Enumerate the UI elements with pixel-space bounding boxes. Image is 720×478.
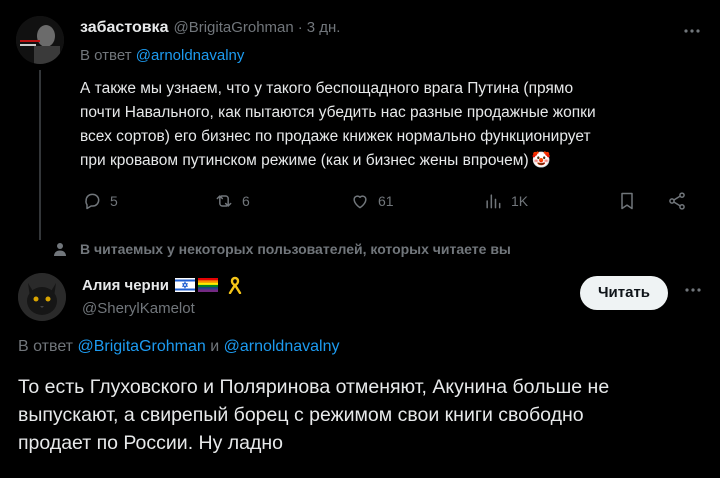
repost-button[interactable]: 6: [214, 191, 250, 211]
separator: ·: [297, 19, 303, 36]
tweet2-line: выпускают, а свирепый борец с режимом св…: [18, 404, 584, 426]
reply-to-link[interactable]: @arnoldnavalny: [224, 338, 340, 355]
tweet1-reply-context: В ответ @arnoldnavalny: [80, 47, 244, 64]
tweet2-reply-context: В ответ @BrigitaGrohman и @arnoldnavalny: [18, 338, 339, 356]
tweet1-line: всех сортов) его бизнес по продаже книже…: [80, 128, 591, 145]
rainbow-flag-icon: [198, 278, 218, 292]
yellow-ribbon-icon: [228, 276, 242, 294]
people-icon: [54, 243, 66, 256]
avatar[interactable]: [16, 16, 64, 64]
tweet1-header: забастовка @BrigitaGrohman · 3 дн.: [80, 19, 340, 37]
views-count: 1K: [511, 193, 529, 209]
tweet2-text: То есть Глуховского и Поляринова отменяю…: [18, 373, 708, 457]
tweet2-line: продает по России. Ну ладно: [18, 432, 283, 454]
repost-icon: [216, 195, 232, 207]
tweet2-header: Алия черни: [82, 276, 242, 294]
clown-emoji: 🤡: [531, 152, 551, 169]
tweet1-time[interactable]: 3 дн.: [307, 19, 341, 36]
more-icon[interactable]: [684, 281, 702, 304]
views-icon: [486, 194, 501, 209]
tweet2-line: То есть Глуховского и Поляринова отменяю…: [18, 376, 610, 398]
follow-button[interactable]: Читать: [580, 276, 669, 310]
tweet1-line: почти Навального, как пытаются убедить н…: [80, 104, 596, 121]
reply-to-link[interactable]: @arnoldnavalny: [136, 47, 245, 64]
tweet1-line: при кровавом путинском режиме (как и биз…: [80, 152, 529, 169]
more-icon[interactable]: [683, 22, 701, 45]
bookmark-button[interactable]: [617, 191, 637, 211]
like-button[interactable]: 61: [350, 191, 394, 211]
social-context: В читаемых у некоторых пользователей, ко…: [52, 241, 511, 257]
bookmark-icon: [621, 192, 633, 210]
tweet1-handle[interactable]: @BrigitaGrohman: [173, 19, 293, 36]
reply-to-link[interactable]: @BrigitaGrohman: [77, 338, 205, 355]
thread-line: [39, 70, 41, 240]
tweet1-text: А также мы узнаем, что у такого беспощад…: [80, 77, 705, 173]
repost-count: 6: [242, 193, 250, 209]
like-icon: [353, 195, 367, 209]
reply-icon: [85, 193, 100, 210]
reply-count: 5: [110, 193, 118, 209]
reply-prefix: В ответ: [80, 47, 132, 64]
share-icon: [669, 192, 685, 210]
reply-and: и: [210, 338, 220, 355]
tweet1-display-name[interactable]: забастовка: [80, 19, 168, 37]
tweet1-line: А также мы узнаем, что у такого беспощад…: [80, 80, 574, 97]
reply-button[interactable]: 5: [82, 191, 118, 211]
reply-prefix: В ответ: [18, 338, 74, 355]
israel-flag-icon: [175, 278, 195, 292]
avatar[interactable]: [18, 273, 66, 321]
tweet2-display-name[interactable]: Алия черни: [82, 277, 169, 294]
share-button[interactable]: [667, 191, 687, 211]
like-count: 61: [378, 193, 394, 209]
social-context-text: В читаемых у некоторых пользователей, ко…: [80, 241, 511, 257]
thread-area: [16, 70, 64, 250]
views-button[interactable]: 1K: [483, 191, 528, 211]
tweet2-handle[interactable]: @SherylKamelot: [82, 300, 195, 317]
